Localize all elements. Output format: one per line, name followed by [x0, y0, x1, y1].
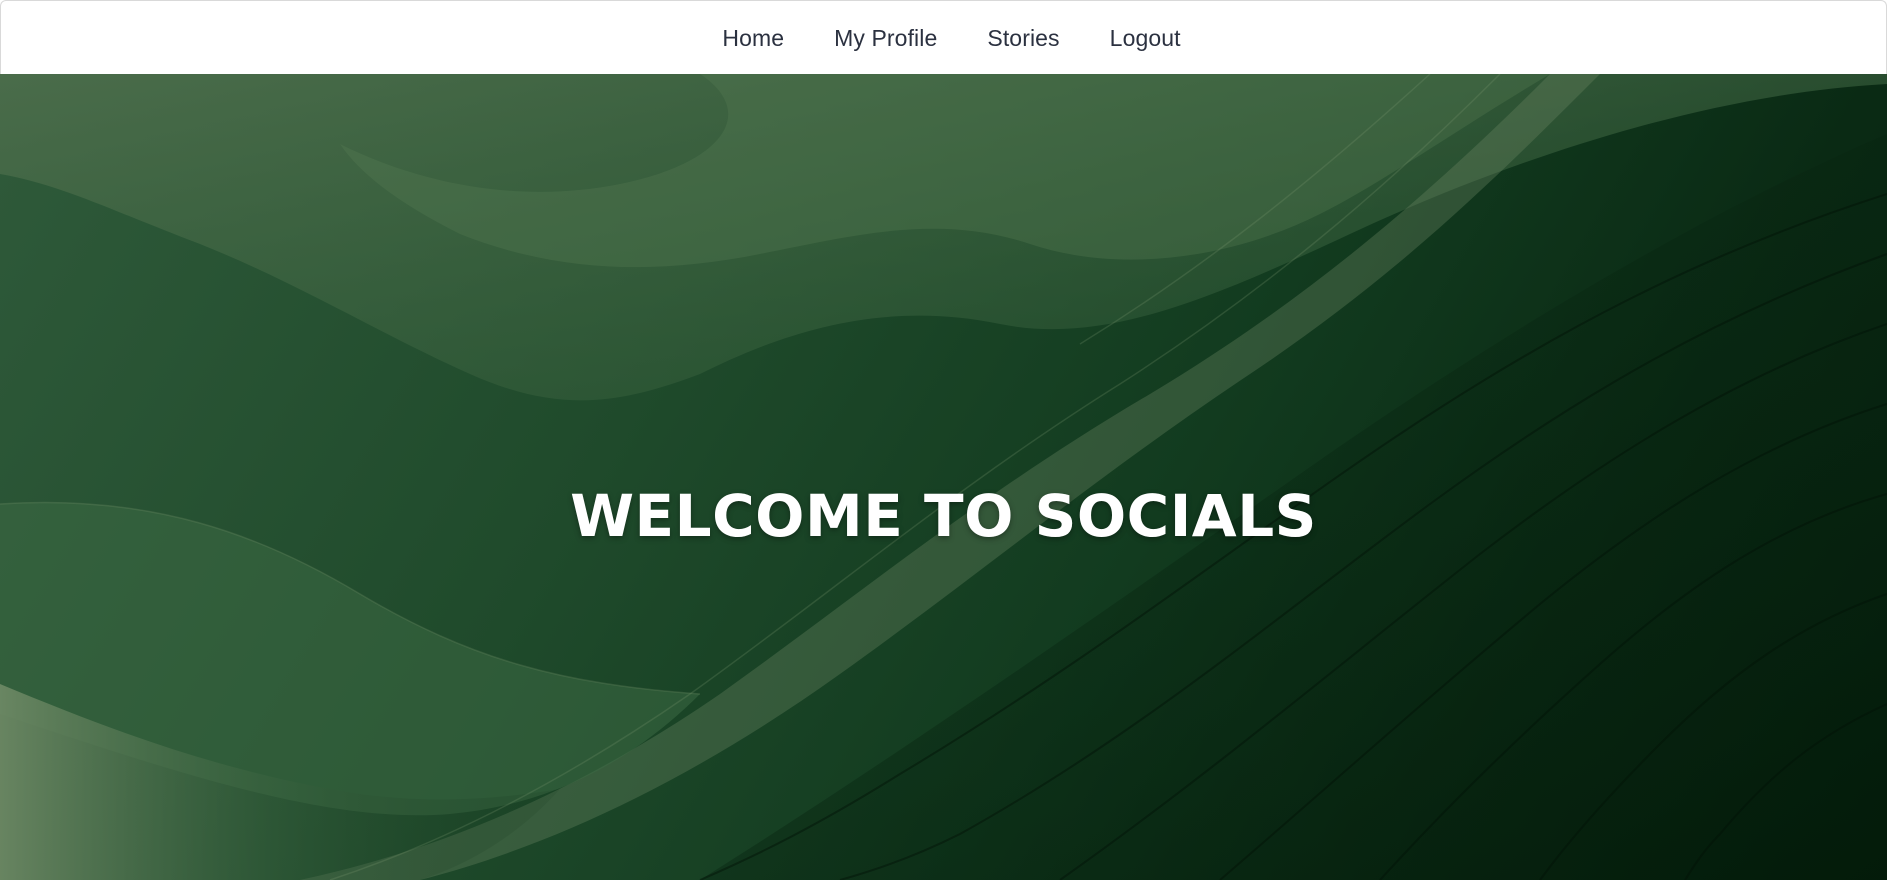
nav-link-stories[interactable]: Stories [987, 25, 1059, 52]
top-navbar: Home My Profile Stories Logout [0, 0, 1887, 74]
nav-link-logout[interactable]: Logout [1110, 25, 1181, 52]
nav-link-my-profile[interactable]: My Profile [834, 25, 937, 52]
hero-title: WELCOME TO SOCIALS [570, 482, 1317, 550]
hero-background-waves [0, 74, 1887, 880]
hero-section: WELCOME TO SOCIALS [0, 74, 1887, 880]
nav-links: Home My Profile Stories Logout [1, 1, 1887, 75]
nav-link-home[interactable]: Home [722, 25, 784, 52]
